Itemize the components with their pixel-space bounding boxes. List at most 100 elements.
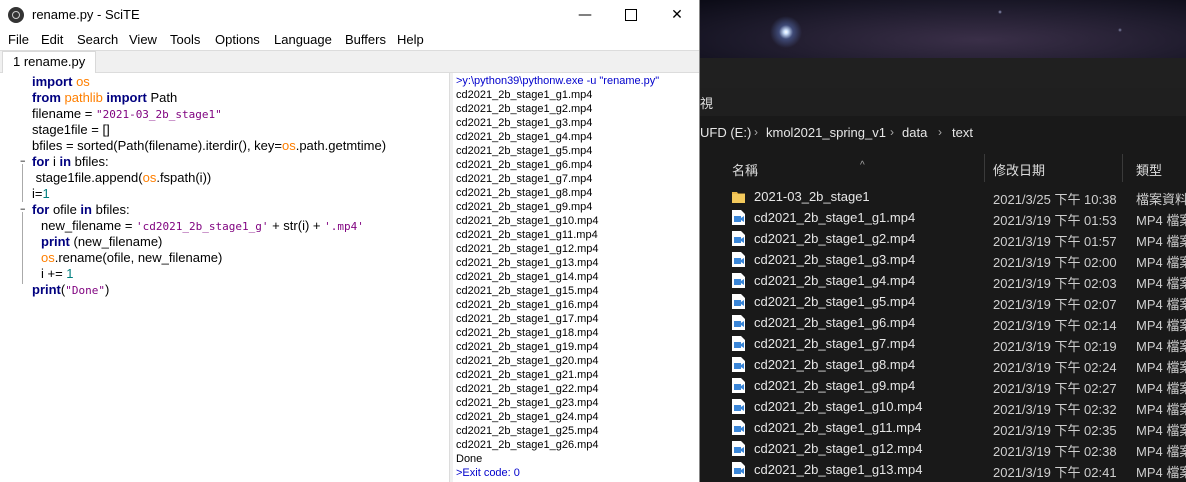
- file-row[interactable]: cd2021_2b_stage1_g12.mp4 2021/3/19 下午 02…: [712, 438, 1186, 459]
- close-icon: ✕: [671, 7, 683, 23]
- file-row[interactable]: cd2021_2b_stage1_g1.mp4 2021/3/19 下午 01:…: [712, 207, 1186, 228]
- video-file-icon: [732, 441, 745, 456]
- file-name: 2021-03_2b_stage1: [754, 189, 870, 204]
- menu-search[interactable]: Search: [77, 32, 118, 47]
- code-identifier: ofile: [49, 202, 81, 217]
- file-type: MP4 檔案: [1136, 255, 1186, 270]
- maximize-button[interactable]: [608, 0, 654, 30]
- code-number: 1: [66, 266, 74, 281]
- file-date: 2021/3/19 下午 02:07: [993, 297, 1117, 312]
- output-text: >y:\python39\pythonw.exe -u "rename.py" …: [456, 74, 659, 480]
- code-line: print("Done"): [32, 282, 447, 298]
- code-line: i=1: [32, 186, 447, 202]
- code-number: 1: [42, 186, 50, 201]
- file-name: cd2021_2b_stage1_g4.mp4: [754, 273, 916, 288]
- file-type: MP4 檔案: [1136, 318, 1186, 333]
- code-line: from pathlib import Path: [32, 90, 447, 106]
- file-row[interactable]: cd2021_2b_stage1_g11.mp4 2021/3/19 下午 02…: [712, 417, 1186, 438]
- close-button[interactable]: ✕: [654, 0, 699, 30]
- column-type-header[interactable]: 類型: [1136, 160, 1162, 179]
- file-row[interactable]: cd2021_2b_stage1_g3.mp4 2021/3/19 下午 02:…: [712, 249, 1186, 270]
- title-bar[interactable]: rename.py - SciTE — ✕: [0, 0, 699, 30]
- breadcrumb-text[interactable]: text: [952, 125, 973, 140]
- file-row[interactable]: cd2021_2b_stage1_g5.mp4 2021/3/19 下午 02:…: [712, 291, 1186, 312]
- file-row[interactable]: cd2021_2b_stage1_g6.mp4 2021/3/19 下午 02:…: [712, 312, 1186, 333]
- file-type: MP4 檔案: [1136, 276, 1186, 291]
- code-keyword: from: [32, 90, 61, 105]
- code-text[interactable]: import os from pathlib import Path filen…: [32, 74, 447, 298]
- file-row[interactable]: cd2021_2b_stage1_g13.mp4 2021/3/19 下午 02…: [712, 459, 1186, 480]
- code-identifier: Path: [146, 90, 178, 105]
- column-divider[interactable]: [1122, 154, 1123, 182]
- menu-help[interactable]: Help: [397, 32, 424, 47]
- breadcrumb-project[interactable]: kmol2021_spring_v1: [766, 125, 886, 140]
- menu-view[interactable]: View: [129, 32, 157, 47]
- window-title: rename.py - SciTE: [32, 7, 140, 22]
- code-identifier: ): [104, 282, 110, 297]
- file-row[interactable]: cd2021_2b_stage1_g9.mp4 2021/3/19 下午 02:…: [712, 375, 1186, 396]
- menu-language[interactable]: Language: [274, 32, 332, 47]
- file-row[interactable]: cd2021_2b_stage1_g2.mp4 2021/3/19 下午 01:…: [712, 228, 1186, 249]
- tab-rename-py[interactable]: 1 rename.py: [2, 51, 97, 73]
- column-divider[interactable]: [984, 154, 985, 182]
- breadcrumb-drive[interactable]: UFD (E:): [700, 125, 751, 140]
- code-identifier: i=: [32, 186, 43, 201]
- code-identifier: i +=: [41, 266, 67, 281]
- file-row[interactable]: cd2021_2b_stage1_g8.mp4 2021/3/19 下午 02:…: [712, 354, 1186, 375]
- code-line: os.rename(ofile, new_filename): [32, 250, 447, 266]
- file-name: cd2021_2b_stage1_g7.mp4: [754, 336, 916, 351]
- file-date: 2021/3/19 下午 01:57: [993, 234, 1117, 249]
- file-type: 檔案資料: [1136, 192, 1186, 207]
- file-date: 2021/3/19 下午 02:27: [993, 381, 1117, 396]
- output-lines: cd2021_2b_stage1_g1.mp4 cd2021_2b_stage1_…: [456, 88, 659, 466]
- code-line: stage1file = []: [32, 122, 447, 138]
- column-name-header[interactable]: 名稱: [732, 160, 758, 179]
- ribbon-view-tab[interactable]: 視: [700, 93, 713, 112]
- code-line: for ofile in bfiles:: [32, 202, 447, 218]
- code-identifier: (new_filename): [69, 234, 163, 249]
- file-type: MP4 檔案: [1136, 444, 1186, 459]
- file-row[interactable]: cd2021_2b_stage1_g4.mp4 2021/3/19 下午 02:…: [712, 270, 1186, 291]
- output-line: cd2021_2b_stage1_g18.mp4: [456, 327, 599, 339]
- menu-options[interactable]: Options: [215, 32, 260, 47]
- minimize-button[interactable]: —: [562, 0, 608, 30]
- output-pane[interactable]: >y:\python39\pythonw.exe -u "rename.py" …: [453, 73, 699, 482]
- file-name: cd2021_2b_stage1_g8.mp4: [754, 357, 916, 372]
- breadcrumb-data[interactable]: data: [902, 125, 927, 140]
- code-editor[interactable]: – – import os from pathlib import Path f…: [0, 73, 449, 482]
- output-line: Done: [456, 453, 483, 465]
- file-name: cd2021_2b_stage1_g10.mp4: [754, 399, 923, 414]
- explorer-ribbon: 視: [700, 88, 1186, 116]
- menu-buffers[interactable]: Buffers: [345, 32, 386, 47]
- scite-app-icon[interactable]: [8, 7, 24, 23]
- video-file-icon: [732, 273, 745, 288]
- code-keyword: print: [41, 234, 70, 249]
- file-row[interactable]: 2021-03_2b_stage1 2021/3/25 下午 10:38 檔案資…: [712, 186, 1186, 207]
- code-keyword: for: [32, 202, 50, 217]
- output-line: cd2021_2b_stage1_g6.mp4: [456, 159, 593, 171]
- menu-file[interactable]: File: [8, 32, 29, 47]
- code-identifier: bfiles = sorted(Path(filename).iterdir()…: [32, 138, 282, 153]
- explorer-titlebar: [700, 58, 1186, 88]
- code-identifier: new_filename =: [41, 218, 137, 233]
- output-line: cd2021_2b_stage1_g19.mp4: [456, 341, 599, 353]
- code-module: os: [142, 170, 157, 185]
- column-date-header[interactable]: 修改日期: [993, 160, 1045, 179]
- minimize-icon: —: [578, 7, 592, 23]
- file-row[interactable]: cd2021_2b_stage1_g10.mp4 2021/3/19 下午 02…: [712, 396, 1186, 417]
- menu-tools[interactable]: Tools: [170, 32, 200, 47]
- output-line: cd2021_2b_stage1_g10.mp4: [456, 215, 599, 227]
- code-identifier: stage1file = []: [32, 122, 110, 137]
- menu-edit[interactable]: Edit: [41, 32, 63, 47]
- video-file-icon: [732, 378, 745, 393]
- code-identifier: i: [49, 154, 60, 169]
- output-line: cd2021_2b_stage1_g25.mp4: [456, 425, 599, 437]
- video-file-icon: [732, 231, 745, 246]
- fold-margin[interactable]: – –: [0, 73, 28, 482]
- output-line: cd2021_2b_stage1_g8.mp4: [456, 187, 593, 199]
- file-row[interactable]: cd2021_2b_stage1_g7.mp4 2021/3/19 下午 02:…: [712, 333, 1186, 354]
- output-line: cd2021_2b_stage1_g21.mp4: [456, 369, 599, 381]
- output-command: >y:\python39\pythonw.exe -u "rename.py": [456, 75, 660, 87]
- address-bar[interactable]: UFD (E:) › kmol2021_spring_v1 › data › t…: [700, 118, 1186, 148]
- output-line: cd2021_2b_stage1_g3.mp4: [456, 117, 593, 129]
